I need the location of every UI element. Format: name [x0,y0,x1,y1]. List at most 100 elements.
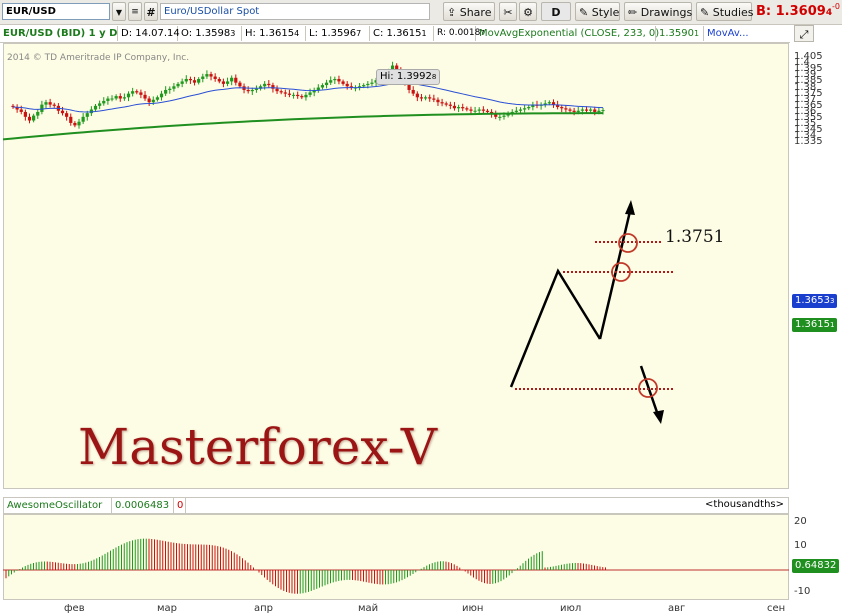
candle-body [246,89,250,92]
candle-body [419,97,424,99]
study-value-fraction: 1 [694,29,700,38]
candle-body [19,109,23,112]
candle-body [300,96,304,98]
oscillator-value2: 0 [174,498,186,513]
study2-label[interactable]: MovAv... [704,26,790,41]
hash-button[interactable]: # [144,2,158,21]
timeframe-d-button[interactable]: D [541,2,571,21]
study-value: 1.35901 [656,26,704,41]
candle-body [370,82,374,84]
oscillator-value-tag: 0.64832 [792,559,840,573]
oscillator-units: <thousandths> [705,499,784,510]
candle-body [52,104,56,106]
candle-body [118,96,122,99]
candle-body [366,83,370,86]
candle-body [502,115,506,117]
oscillator-name[interactable]: AwesomeOscillator [4,498,112,513]
ema-price-fraction: 3 [830,297,835,305]
candle-body [225,81,230,84]
candle-body [60,110,65,114]
candle-body [498,116,502,118]
candle-body [589,109,593,111]
ema-price-tag: 1.36533 [792,294,838,308]
low-value: L: 1.3596 [309,28,357,39]
bid-change: -0 [832,2,840,11]
candle-body [48,102,52,105]
symbol-input[interactable] [2,3,110,20]
oscillator-tick-label: -10 [794,586,811,597]
pencil-icon: ✏ [628,6,638,19]
candle-body [428,97,432,99]
candle-body [44,102,48,105]
high-fraction: 4 [294,29,300,38]
studies-button[interactable]: ✎ Studies [696,2,754,21]
candle-body [263,83,267,87]
drawings-button[interactable]: ✏ Drawings [624,2,692,21]
series-label: EUR/USD (BID) 1 y D [0,26,118,41]
candle-body [518,109,523,111]
style-button[interactable]: ✎ Style [575,2,620,21]
ema-price-value: 1.3653 [795,295,830,306]
high-marker-label: Hi: 1.39928 [376,69,441,85]
candle-body [597,110,601,112]
candle-body [40,104,44,112]
candle-body [465,108,469,110]
candle-body [139,92,143,95]
candle-body [473,110,477,112]
candle-body [341,81,345,84]
candle-body [201,76,205,79]
candle-body [572,110,576,112]
candle-body [267,83,271,86]
symbol-dropdown-button[interactable]: ▼ [112,2,126,21]
candle-body [205,74,209,77]
candle-body [143,94,147,99]
candle-body [287,93,292,95]
candle-body [593,109,597,112]
candle-body [155,97,160,100]
study-label[interactable]: MovAvgExponential (CLOSE, 233, 0) [476,26,659,41]
candle-body [27,116,32,121]
tools-button[interactable]: ✂ [499,2,517,21]
candle-body [275,88,279,92]
candle-body [444,103,448,105]
annotation-level-label: 1.3751 [665,227,725,247]
up-arrowhead [625,200,635,215]
candle-body [337,78,341,82]
oscillator-svg [3,538,789,594]
candle-body [440,102,444,104]
candle-body [23,111,27,117]
settings-button[interactable]: ⚙ [519,2,537,21]
chart-info-bar: EUR/USD (BID) 1 y D D: 14.07.14 O: 1.359… [0,25,790,43]
candle-body [213,76,217,79]
down-arrowhead [653,410,664,424]
bid-price: B: 1.36094 [756,4,832,19]
candle-body [184,78,188,82]
last-price-fraction: 1 [830,321,835,329]
candle-body [135,91,139,93]
candle-body [110,98,114,100]
share-button[interactable]: ⇪ Share [443,2,495,21]
x-tick-label: июн [462,603,484,614]
candle-body [93,105,98,110]
hi-value: Hi: 1.3992 [380,71,432,82]
candle-body [296,94,300,97]
candle-body [180,81,184,84]
candle-body [308,92,312,95]
candle-body [316,87,320,90]
zigzag-drawing [509,268,602,388]
candle-body [69,116,73,123]
date-readout: D: 14.07.14 [118,26,180,41]
share-icon: ⇪ [447,6,457,19]
wrench-icon: ✂ [503,6,513,19]
open-readout: O: 1.35983 [178,26,242,41]
watermark-text: Masterforex-V [78,418,438,476]
symbol-lookup-button[interactable]: ≡ [128,2,142,21]
candle-body [448,104,452,106]
candle-body [568,109,572,111]
zoom-fit-button[interactable]: ⤢ [794,25,814,42]
candle-body [345,83,349,87]
copyright-text: 2014 © TD Ameritrade IP Company, Inc. [7,53,190,63]
range-readout: R: 0.00187 [434,26,485,41]
candle-body [151,99,155,103]
ema-short-line [12,81,604,113]
